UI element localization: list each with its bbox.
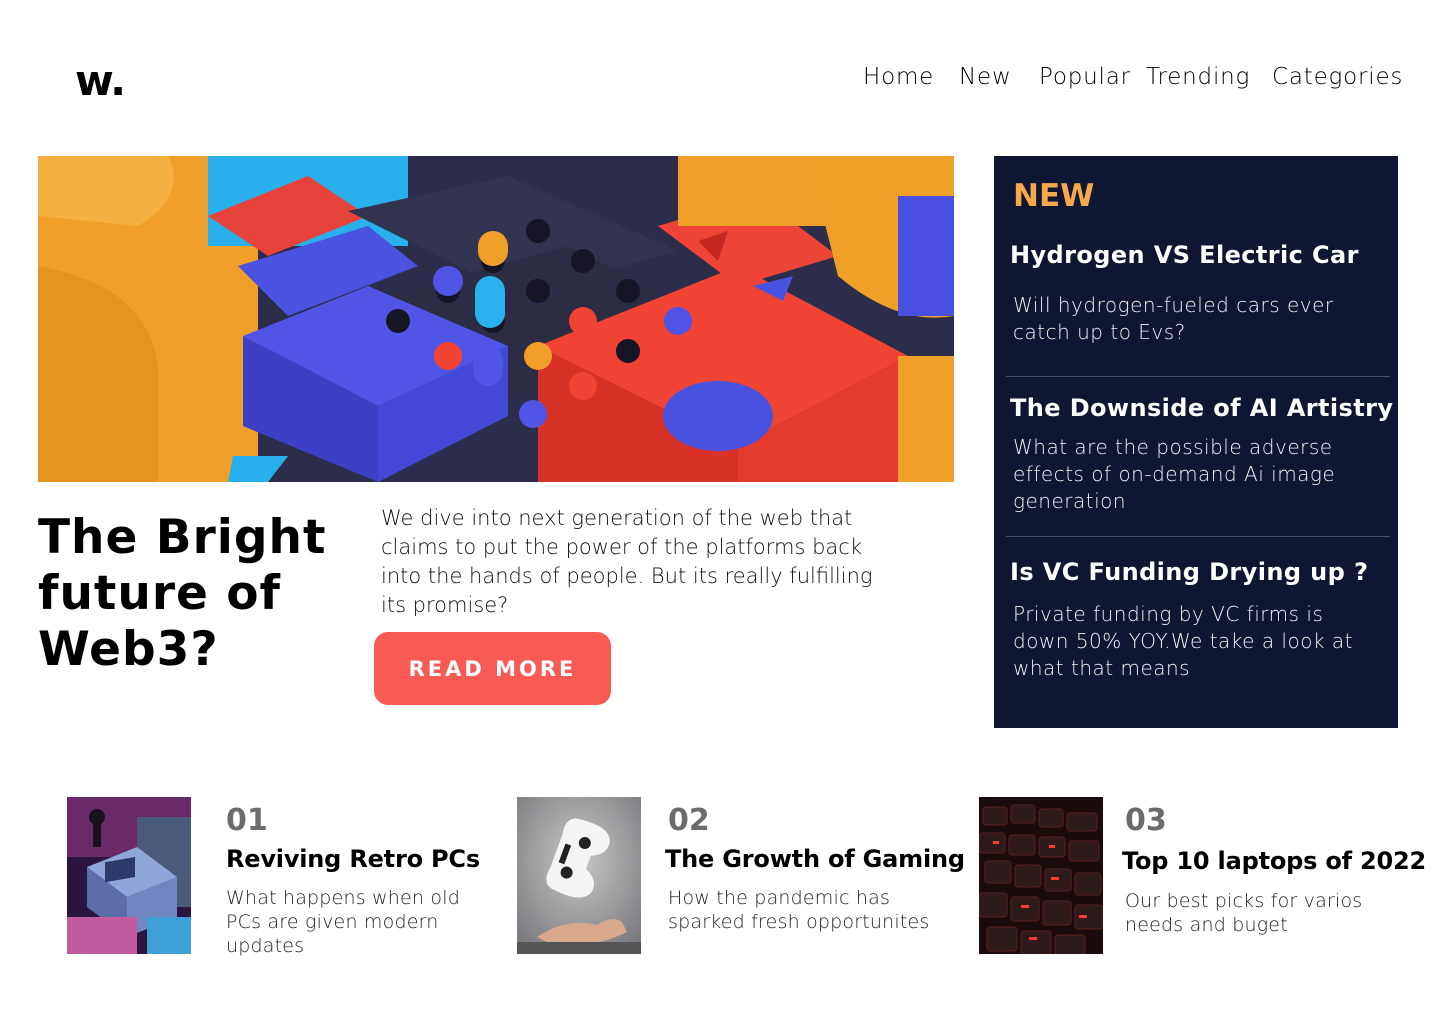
article-number: 02 (668, 803, 710, 838)
new-label: NEW (1013, 178, 1095, 214)
hero-description: We dive into next generation of the web … (381, 506, 873, 617)
nav-home[interactable]: Home (863, 64, 934, 90)
new-item-title[interactable]: The Downside of AI Artistry (1010, 394, 1393, 422)
article-title[interactable]: Top 10 laptops of 2022 (1122, 847, 1426, 875)
new-item-description: What are the possible adverse effects of… (1013, 435, 1336, 513)
new-item-title[interactable]: Is VC Funding Drying up ? (1010, 558, 1368, 586)
game-controller-image (517, 797, 641, 954)
hero-image[interactable] (38, 156, 954, 482)
new-articles-panel: NEW Hydrogen VS Electric Car Will hydrog… (994, 156, 1398, 728)
article-card-gaming[interactable]: 02 The Growth of Gaming How the pandemic… (517, 797, 965, 957)
article-title[interactable]: The Growth of Gaming (665, 845, 965, 873)
colorful-blocks-illustration (38, 156, 954, 482)
new-item-title[interactable]: Hydrogen VS Electric Car (1010, 241, 1359, 269)
article-description: Our best picks for varios needs and buge… (1125, 890, 1363, 936)
article-number: 03 (1125, 803, 1167, 838)
new-item-description: Will hydrogen-fueled cars ever catch up … (1013, 293, 1334, 344)
article-card-laptops[interactable]: 03 Top 10 laptops of 2022 Our best picks… (979, 797, 1434, 957)
retro-pc-image (67, 797, 191, 954)
game-controller-icon[interactable] (517, 797, 641, 954)
article-card-retro-pcs[interactable]: 01 Reviving Retro PCs What happens when … (67, 797, 487, 957)
retro-pc-icon[interactable] (67, 797, 191, 954)
article-description: What happens when old PCs are given mode… (226, 887, 460, 957)
divider (1006, 376, 1390, 377)
nav-categories[interactable]: Categories (1272, 64, 1403, 90)
article-number: 01 (226, 803, 268, 838)
nav-popular[interactable]: Popular (1039, 64, 1131, 90)
article-title[interactable]: Reviving Retro PCs (226, 845, 480, 873)
nav-trending[interactable]: Trending (1146, 64, 1250, 90)
read-more-button[interactable]: READ MORE (374, 632, 611, 705)
article-description: How the pandemic has sparked fresh oppor… (668, 887, 930, 933)
main-nav: Home New Popular Trending Categories (0, 64, 1440, 94)
new-item-description: Private funding by VC firms is down 50% … (1013, 602, 1353, 680)
divider (1006, 536, 1390, 537)
laptop-keyboard-icon[interactable] (979, 797, 1103, 954)
nav-new[interactable]: New (959, 64, 1012, 90)
laptop-keyboard-image (979, 797, 1103, 954)
hero-title[interactable]: The Bright future of Web3? (38, 510, 358, 678)
